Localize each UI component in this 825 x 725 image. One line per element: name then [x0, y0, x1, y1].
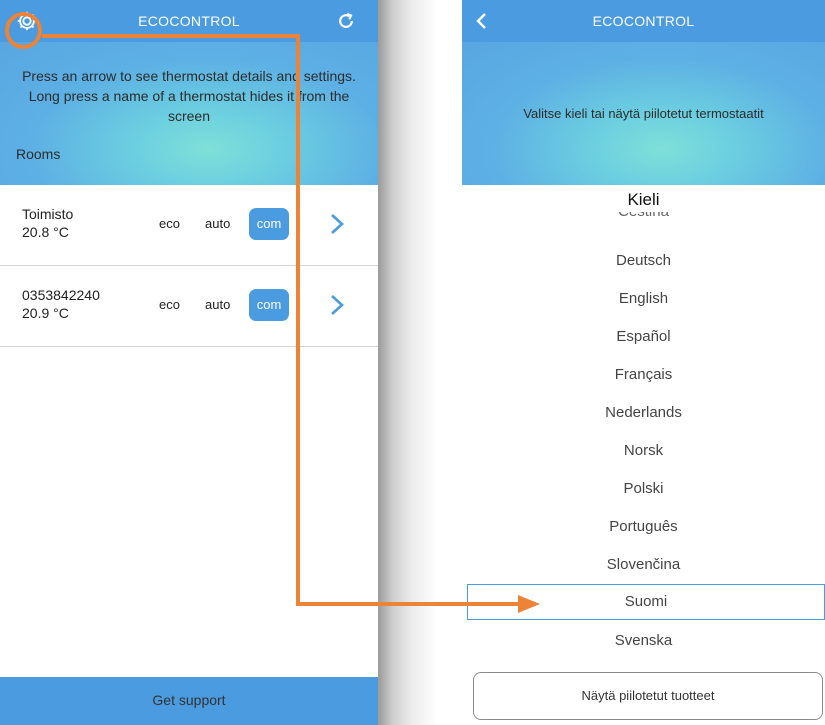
language-option-english[interactable]: English — [462, 282, 825, 316]
room-temperature: 20.8 °C — [22, 224, 69, 240]
annotation-line — [296, 602, 522, 606]
language-option-polski[interactable]: Polski — [462, 472, 825, 506]
room-temperature: 20.9 °C — [22, 305, 69, 321]
refresh-icon[interactable] — [336, 11, 356, 31]
language-option-nederlands[interactable]: Nederlands — [462, 396, 825, 430]
arrow-head-icon — [518, 595, 540, 613]
auto-mode[interactable]: auto — [205, 297, 230, 312]
highlight-circle — [5, 12, 42, 49]
language-option-label: Čeština — [462, 212, 825, 220]
instructions-text: Valitse kieli tai näytä piilotetut termo… — [523, 106, 764, 121]
rooms-label: Rooms — [16, 146, 61, 162]
room-row[interactable]: Toimisto 20.8 °C eco auto com — [0, 185, 378, 266]
language-option-norsk[interactable]: Norsk — [462, 434, 825, 468]
annotation-line — [42, 34, 300, 38]
info-banner: Press an arrow to see thermostat details… — [0, 42, 378, 185]
get-support-button[interactable]: Get support — [0, 677, 378, 725]
top-bar: ECOCONTROL — [462, 0, 825, 42]
room-name-text: 0353842240 — [22, 287, 100, 303]
get-support-label: Get support — [152, 692, 226, 708]
room-row[interactable]: 0353842240 20.9 °C eco auto com — [0, 266, 378, 347]
language-option-espanol[interactable]: Español — [462, 320, 825, 354]
eco-mode[interactable]: eco — [159, 297, 180, 312]
info-banner: Valitse kieli tai näytä piilotetut termo… — [462, 42, 825, 185]
language-option-slovencina[interactable]: Slovenčina — [462, 548, 825, 582]
room-name[interactable]: Toimisto 20.8 °C — [22, 205, 73, 241]
language-screen-right: ECOCONTROL Valitse kieli tai näytä piilo… — [462, 0, 825, 725]
com-mode-button[interactable]: com — [249, 289, 289, 321]
com-mode-button[interactable]: com — [249, 208, 289, 240]
language-option-francais[interactable]: Français — [462, 358, 825, 392]
room-name-text: Toimisto — [22, 206, 74, 222]
language-option-partial[interactable]: Čeština — [462, 212, 825, 226]
language-option-portugues[interactable]: Português — [462, 510, 825, 544]
language-option-svenska[interactable]: Svenska — [462, 624, 825, 658]
auto-mode[interactable]: auto — [205, 216, 230, 231]
eco-mode[interactable]: eco — [159, 216, 180, 231]
settings-screen-left: ECOCONTROL Press an arrow to see thermos… — [0, 0, 378, 725]
language-heading: Kieli — [627, 190, 660, 209]
screen-divider — [378, 0, 462, 725]
annotation-line — [296, 34, 300, 606]
show-hidden-products-button[interactable]: Näytä piilotetut tuotteet — [473, 672, 823, 720]
language-option-deutsch[interactable]: Deutsch — [462, 244, 825, 278]
chevron-right-icon[interactable] — [323, 209, 351, 239]
app-title: ECOCONTROL — [592, 13, 695, 29]
room-name[interactable]: 0353842240 20.9 °C — [22, 286, 100, 322]
instructions-text: Press an arrow to see thermostat details… — [22, 68, 356, 124]
chevron-right-icon[interactable] — [323, 290, 351, 320]
app-title: ECOCONTROL — [138, 13, 240, 29]
